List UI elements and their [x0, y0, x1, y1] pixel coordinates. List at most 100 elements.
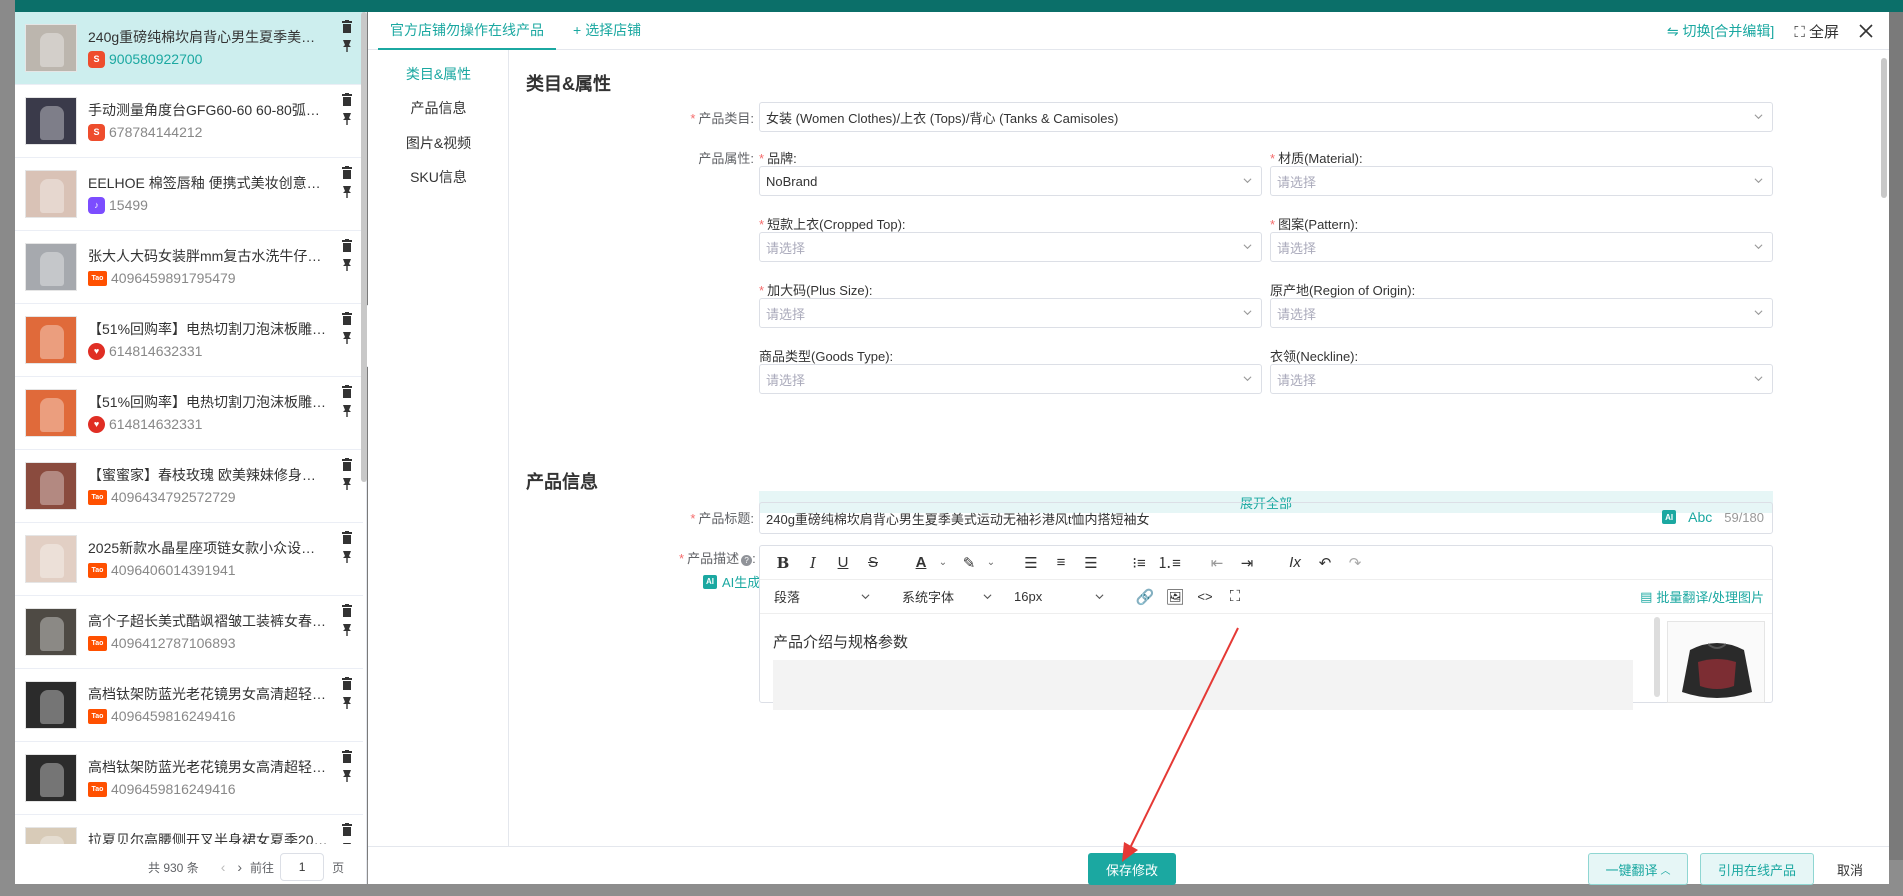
numbered-list-icon[interactable]: ⒈≡	[1154, 548, 1184, 578]
align-left-icon[interactable]: ☰	[1016, 548, 1046, 578]
form-scrollbar[interactable]	[1881, 58, 1887, 198]
list-item[interactable]: 【51%回购率】电热切割刀泡沫板雕刻工具 ♥ 614814632331	[15, 304, 363, 377]
product-title-input[interactable]: 240g重磅纯棉坎肩背心男生夏季美式运动无袖衫港风t恤内搭短袖女 AI Abc …	[759, 502, 1773, 534]
attribute-select[interactable]: NoBrand	[759, 166, 1262, 196]
attribute-select[interactable]: 请选择	[759, 298, 1262, 328]
list-item[interactable]: 240g重磅纯棉坎肩背心男生夏季美式运动无袖衫港风t恤内搭短袖女 S9005809…	[15, 12, 363, 85]
trash-icon[interactable]	[341, 20, 353, 33]
cite-online-product-button[interactable]: 引用在线产品	[1700, 853, 1814, 885]
pin-icon[interactable]	[341, 331, 353, 344]
trash-icon[interactable]	[341, 458, 353, 471]
font-family-select[interactable]: 系统字体	[888, 584, 1000, 610]
ai-icon[interactable]: AI	[1662, 510, 1677, 524]
attribute-select[interactable]: 请选择	[759, 364, 1262, 394]
pin-icon[interactable]	[341, 842, 353, 844]
link-icon[interactable]: 🔗	[1130, 582, 1160, 612]
save-changes-button[interactable]: 保存修改	[1088, 853, 1176, 885]
trash-icon[interactable]	[341, 823, 353, 836]
pager-prev-icon[interactable]: ‹	[221, 859, 226, 875]
batch-translate-images-button[interactable]: ▤ 批量翻译/处理图片	[1640, 587, 1764, 606]
pager-next-icon[interactable]: ›	[237, 859, 242, 875]
outdent-icon[interactable]: ⇤	[1202, 548, 1232, 578]
clear-format-icon[interactable]: Ix	[1280, 548, 1310, 578]
tab-select-store[interactable]: + 选择店铺	[573, 12, 641, 50]
pin-icon[interactable]	[341, 769, 353, 782]
pin-icon[interactable]	[341, 696, 353, 709]
attribute-select[interactable]: 请选择	[759, 232, 1262, 262]
switch-merge-edit-link[interactable]: ⇋ 切换[合并编辑]	[1667, 21, 1774, 41]
chevron-down-icon[interactable]: ⌄	[984, 548, 998, 578]
pin-icon[interactable]	[341, 550, 353, 563]
one-click-translate-button[interactable]: 一键翻译 ︿	[1588, 853, 1688, 885]
strikethrough-icon[interactable]: S	[858, 548, 888, 578]
close-icon[interactable]	[1857, 22, 1875, 40]
list-item[interactable]: 【蜜蜜家】春枝玫瑰 欧美辣妹修身显瘦短裙 Tao4096434792572729	[15, 450, 363, 523]
abc-translate-button[interactable]: Abc	[1688, 509, 1712, 525]
attribute-select[interactable]: 请选择	[1270, 232, 1773, 262]
fullscreen-button[interactable]: ⛶ 全屏	[1794, 21, 1839, 42]
editor-content-area[interactable]: 产品介绍与规格参数	[760, 615, 1772, 710]
pin-icon[interactable]	[341, 39, 353, 52]
editor-toolbar-style: 段落 系统字体 16px 🔗 🖼 <> ⛶ ▤ 批量翻译/处理图片	[760, 580, 1772, 614]
redo-icon[interactable]: ↷	[1340, 548, 1370, 578]
nav-product-info[interactable]: 产品信息	[368, 98, 509, 118]
nav-images-videos[interactable]: 图片&视频	[368, 133, 509, 153]
editor-scrollbar[interactable]	[1654, 617, 1660, 697]
font-size-select[interactable]: 16px	[1000, 584, 1112, 610]
pin-icon[interactable]	[341, 112, 353, 125]
font-color-icon[interactable]: A	[906, 548, 936, 578]
list-item[interactable]: 高档钛架防蓝光老花镜男女高清超轻便携 Tao 4096459816249416	[15, 742, 363, 815]
list-item[interactable]: 2025新款水晶星座项链女款小众设计锁骨链 Tao4096406014391941	[15, 523, 363, 596]
highlight-icon[interactable]: ✎	[954, 548, 984, 578]
product-id-row: Tao 4096459891795479	[88, 269, 236, 287]
title-char-count: 59/180	[1724, 509, 1764, 525]
trash-icon[interactable]	[341, 239, 353, 252]
list-item[interactable]: 张大人大码女装胖mm复古水洗牛仔吊带背心 Tao4096459891795479	[15, 231, 363, 304]
underline-icon[interactable]: U	[828, 548, 858, 578]
list-item[interactable]: 高个子超长美式酷飒褶皱工装裤女春夏阔腿裤 Tao4096412787106893	[15, 596, 363, 669]
trash-icon[interactable]	[341, 750, 353, 763]
ai-generate-button[interactable]: AI AI生成	[703, 572, 760, 591]
chevron-down-icon[interactable]: ⌄	[936, 548, 950, 578]
code-icon[interactable]: <>	[1190, 582, 1220, 612]
attribute-select[interactable]: 请选择	[1270, 166, 1773, 196]
tab-official-store[interactable]: 官方店铺勿操作在线产品	[378, 12, 556, 50]
product-desc-label: * 产品描述?:	[679, 551, 756, 566]
list-item[interactable]: EELHOE 棉签唇釉 便携式美妆创意不沾杯唇釉 ♪15499	[15, 158, 363, 231]
cancel-button[interactable]: 取消	[1822, 853, 1878, 885]
align-right-icon[interactable]: ☰	[1076, 548, 1106, 578]
indent-icon[interactable]: ⇥	[1232, 548, 1262, 578]
pdd-icon: ♥	[88, 415, 105, 433]
align-center-icon[interactable]: ≡	[1046, 548, 1076, 578]
list-item[interactable]: 手动测量角度台GFG60-60 60-80弧形角位台 S678784144212	[15, 85, 363, 158]
pin-icon[interactable]	[341, 185, 353, 198]
trash-icon[interactable]	[341, 312, 353, 325]
bold-icon[interactable]: B	[768, 548, 798, 578]
attribute-select[interactable]: 请选择	[1270, 364, 1773, 394]
trash-icon[interactable]	[341, 531, 353, 544]
list-scrollbar[interactable]	[361, 12, 367, 482]
category-select[interactable]: 女装 (Women Clothes)/上衣 (Tops)/背心 (Tanks &…	[759, 102, 1773, 132]
nav-sku-info[interactable]: SKU信息	[368, 167, 509, 187]
italic-icon[interactable]: I	[798, 548, 828, 578]
pager-page-input[interactable]: 1	[280, 853, 325, 881]
pin-icon[interactable]	[341, 258, 353, 271]
bullet-list-icon[interactable]: ⁝≡	[1124, 548, 1154, 578]
undo-icon[interactable]: ↶	[1310, 548, 1340, 578]
attribute-select[interactable]: 请选择	[1270, 298, 1773, 328]
pin-icon[interactable]	[341, 623, 353, 636]
list-item[interactable]: 【51%回购率】电热切割刀泡沫板雕刻工具 ♥ 614814632331	[15, 377, 363, 450]
nav-category-attributes[interactable]: 类目&属性	[368, 64, 509, 84]
trash-icon[interactable]	[341, 677, 353, 690]
image-icon[interactable]: 🖼	[1160, 582, 1190, 612]
trash-icon[interactable]	[341, 166, 353, 179]
trash-icon[interactable]	[341, 93, 353, 106]
list-item[interactable]: 拉夏贝尔高腰侧开叉半身裙女夏季2025	[15, 815, 363, 844]
paragraph-select[interactable]: 段落	[760, 584, 878, 610]
trash-icon[interactable]	[341, 385, 353, 398]
fullscreen-editor-icon[interactable]: ⛶	[1220, 582, 1250, 612]
pin-icon[interactable]	[341, 404, 353, 417]
list-item[interactable]: 高档钛架防蓝光老花镜男女高清超轻便携 Tao 4096459816249416	[15, 669, 363, 742]
trash-icon[interactable]	[341, 604, 353, 617]
pin-icon[interactable]	[341, 477, 353, 490]
